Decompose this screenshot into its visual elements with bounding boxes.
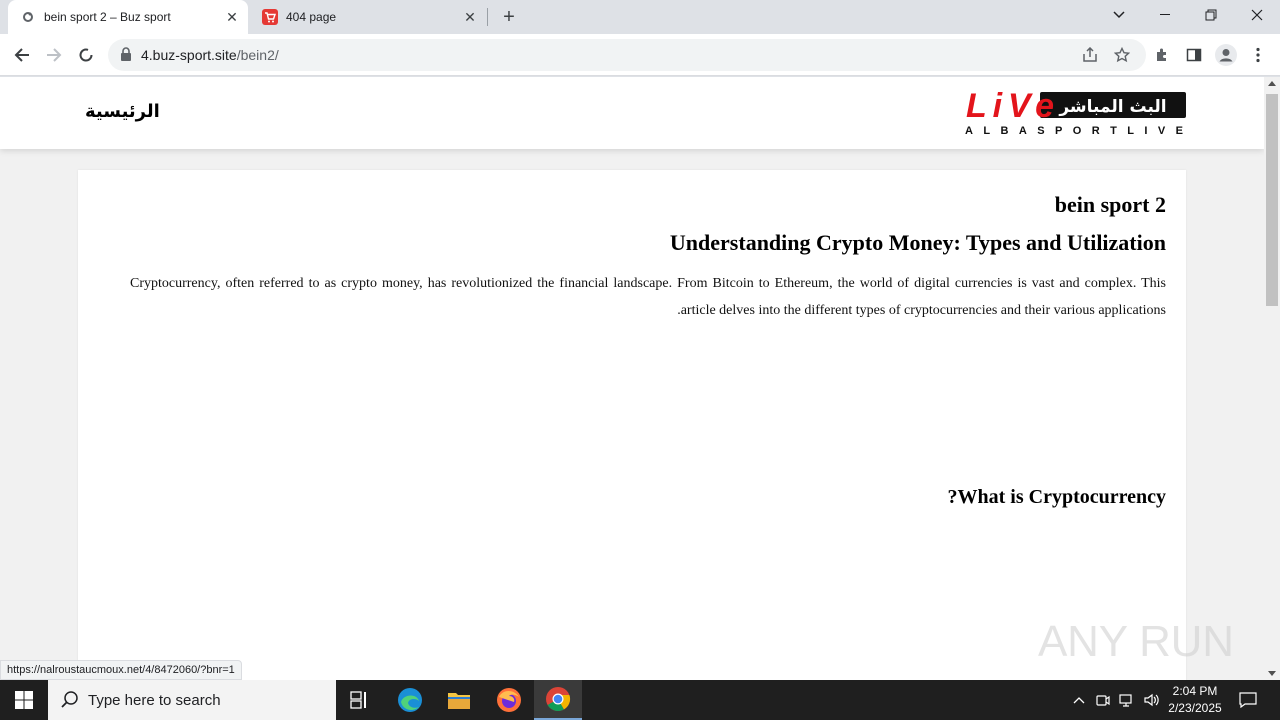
taskbar-search-box[interactable]: Type here to search <box>48 680 336 720</box>
profile-avatar-icon[interactable] <box>1212 41 1240 69</box>
taskbar-edge[interactable] <box>386 680 434 720</box>
clock-time: 2:04 PM <box>1172 684 1218 698</box>
anyrun-watermark: ANY RUN <box>1038 606 1238 672</box>
tab-search-chevron-icon[interactable] <box>1096 0 1142 30</box>
back-button[interactable] <box>8 41 36 69</box>
bookmark-star-icon[interactable] <box>1112 45 1132 65</box>
windows-taskbar: Type here to search 2:04 PM 2/23/2025 <box>0 680 1280 720</box>
close-window-button[interactable] <box>1234 0 1280 30</box>
cart-favicon-icon <box>262 9 278 25</box>
edge-icon <box>398 688 422 712</box>
site-header: الرئيسية LiVe البث المباشر ALBASPORTLIVE <box>0 77 1264 149</box>
link-status-bar: https://nalroustaucmoux.net/4/8472060/?b… <box>0 660 242 680</box>
article-card: bein sport 2 Understanding Crypto Money:… <box>78 170 1186 680</box>
url-host: 4.buz-sport.site <box>141 47 237 63</box>
taskbar-chrome[interactable] <box>534 680 582 720</box>
lock-icon[interactable] <box>120 47 134 63</box>
side-panel-icon[interactable] <box>1180 41 1208 69</box>
browser-toolbar: 4.buz-sport.site/bein2/ <box>0 34 1280 76</box>
page-title: bein sport 2 <box>1054 192 1166 217</box>
site-favicon-icon <box>20 9 36 25</box>
tab-404-page[interactable]: 404 page ✕ <box>250 0 486 34</box>
extensions-icon[interactable] <box>1148 41 1176 69</box>
tab-separator <box>487 8 488 26</box>
tab-close-icon[interactable]: ✕ <box>460 7 480 27</box>
share-icon[interactable] <box>1080 45 1100 65</box>
logo-arabic-text: البث المباشر <box>1058 97 1166 117</box>
article-subheading: What is Cryptocurrency? <box>947 486 1167 508</box>
watermark-text: ANY RUN <box>1038 617 1234 666</box>
task-view-icon <box>350 691 366 709</box>
chrome-menu-icon[interactable] <box>1244 41 1272 69</box>
new-tab-button[interactable]: + <box>497 5 521 29</box>
folder-icon <box>448 693 470 709</box>
address-bar[interactable]: 4.buz-sport.site/bein2/ <box>108 39 1146 71</box>
meet-now-icon[interactable] <box>1092 680 1114 720</box>
firefox-icon <box>497 688 521 712</box>
search-placeholder: Type here to search <box>88 691 221 709</box>
forward-button[interactable] <box>40 41 68 69</box>
logo-live-text: LiVe <box>966 89 1054 125</box>
article-heading: Understanding Crypto Money: Types and Ut… <box>669 230 1166 255</box>
url-text[interactable]: 4.buz-sport.site/bein2/ <box>141 47 279 63</box>
taskbar-clock[interactable]: 2:04 PM 2/23/2025 <box>1160 683 1230 717</box>
page-viewport: الرئيسية LiVe البث المباشر ALBASPORTLIVE… <box>0 77 1264 680</box>
nav-home-link[interactable]: الرئيسية <box>85 101 160 122</box>
page-scrollbar[interactable] <box>1264 77 1280 680</box>
search-icon <box>60 690 80 710</box>
restore-button[interactable] <box>1188 0 1234 30</box>
clock-date: 2/23/2025 <box>1168 701 1222 715</box>
tab-title: 404 page <box>286 10 337 24</box>
tab-title: bein sport 2 – Buz sport <box>44 10 171 24</box>
volume-icon[interactable] <box>1140 680 1162 720</box>
logo-subtitle: ALBASPORTLIVE <box>965 125 1183 137</box>
article-paragraph: Cryptocurrency, often referred to as cry… <box>130 276 1166 318</box>
taskbar-file-explorer[interactable] <box>435 680 483 720</box>
tab-bein-sport[interactable]: bein sport 2 – Buz sport ✕ <box>8 0 248 34</box>
stop-loading-button[interactable] <box>72 41 100 69</box>
minimize-button[interactable] <box>1142 0 1188 30</box>
start-button[interactable] <box>0 680 48 720</box>
tray-overflow-chevron-icon[interactable] <box>1068 680 1090 720</box>
windows-logo-icon <box>15 691 33 709</box>
tab-close-icon[interactable]: ✕ <box>222 7 242 27</box>
scrollbar-thumb[interactable] <box>1266 94 1278 306</box>
taskbar-firefox[interactable] <box>485 680 533 720</box>
scroll-up-arrow-icon[interactable] <box>1268 81 1276 86</box>
url-path: /bein2/ <box>236 47 279 63</box>
site-logo[interactable]: LiVe البث المباشر ALBASPORTLIVE <box>962 87 1188 137</box>
network-icon[interactable] <box>1116 680 1138 720</box>
chrome-icon <box>546 687 571 712</box>
task-view-button[interactable] <box>336 680 384 720</box>
notifications-icon[interactable] <box>1234 680 1262 720</box>
tab-strip: bein sport 2 – Buz sport ✕ 404 page ✕ + <box>0 0 1280 34</box>
scroll-down-arrow-icon[interactable] <box>1268 671 1276 676</box>
